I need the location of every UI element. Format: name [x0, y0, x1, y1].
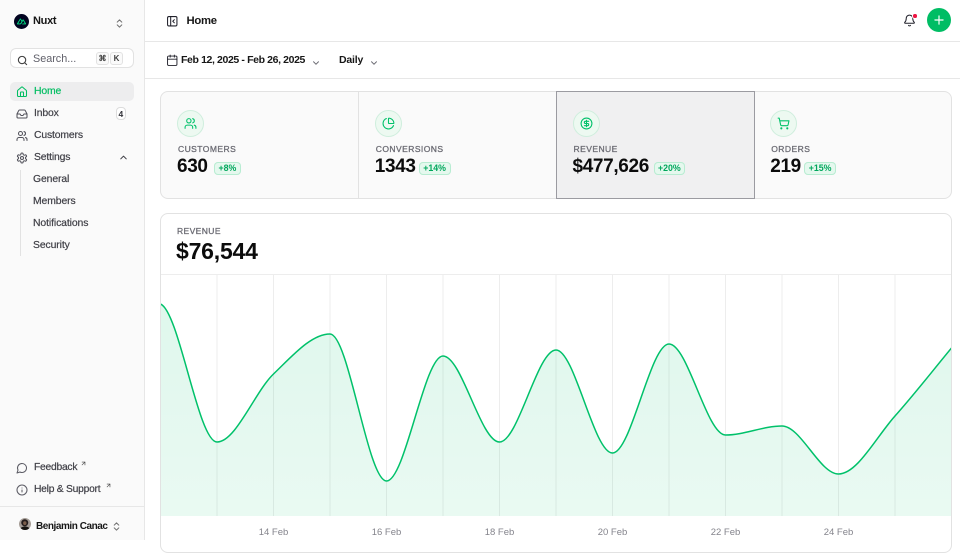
svg-text:18 Feb: 18 Feb — [485, 527, 515, 538]
svg-text:24 Feb: 24 Feb — [824, 527, 854, 538]
svg-text:22 Feb: 22 Feb — [711, 527, 741, 538]
svg-text:14 Feb: 14 Feb — [259, 527, 289, 538]
svg-text:16 Feb: 16 Feb — [372, 527, 402, 538]
svg-text:20 Feb: 20 Feb — [598, 527, 628, 538]
